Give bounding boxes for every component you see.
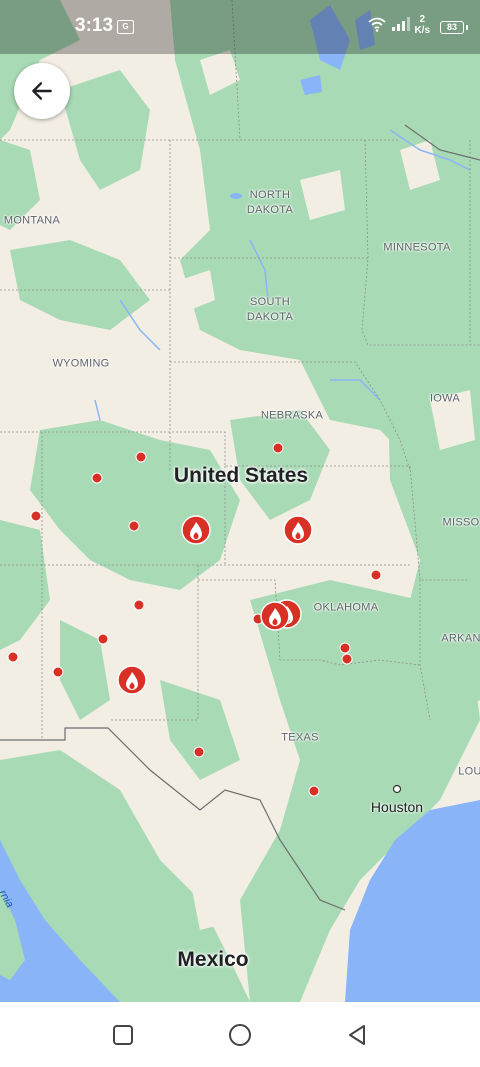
- circle-icon: [229, 1024, 251, 1046]
- fire-dot-icon[interactable]: [341, 653, 353, 665]
- battery-icon: 83: [440, 21, 464, 34]
- system-navigation-bar: [0, 1002, 480, 1067]
- battery-level: 83: [446, 22, 457, 32]
- status-bar: 3:13 G 2 K/s 83: [0, 0, 480, 54]
- fire-dot-icon[interactable]: [30, 510, 42, 522]
- network-speed-value: 2: [419, 14, 425, 25]
- fire-dot-icon[interactable]: [193, 746, 205, 758]
- flame-icon[interactable]: [181, 515, 211, 545]
- map-canvas[interactable]: [0, 0, 480, 1002]
- signal-icon: [392, 17, 410, 31]
- arrow-left-icon: [32, 82, 52, 100]
- flame-icon[interactable]: [117, 665, 147, 695]
- fire-dot-icon[interactable]: [370, 569, 382, 581]
- flame-icon[interactable]: [283, 515, 313, 545]
- network-speed-unit: K/s: [414, 25, 430, 36]
- fire-dot-icon[interactable]: [308, 785, 320, 797]
- network-speed: 2 K/s: [414, 14, 430, 36]
- fire-dot-icon[interactable]: [7, 651, 19, 663]
- status-time: 3:13: [75, 15, 114, 36]
- flame-icon[interactable]: [260, 601, 290, 631]
- home-button[interactable]: [224, 1019, 256, 1051]
- recent-apps-button[interactable]: [107, 1019, 139, 1051]
- back-button[interactable]: [14, 63, 70, 119]
- fire-dot-icon[interactable]: [272, 442, 284, 454]
- triangle-left-icon: [349, 1025, 365, 1045]
- system-back-button[interactable]: [341, 1019, 373, 1051]
- fire-dot-icon[interactable]: [133, 599, 145, 611]
- square-icon: [113, 1025, 133, 1045]
- fire-dot-icon[interactable]: [52, 666, 64, 678]
- fire-dot-icon[interactable]: [91, 472, 103, 484]
- fire-dot-icon[interactable]: [97, 633, 109, 645]
- battery-nub: [466, 25, 468, 30]
- fire-dot-icon[interactable]: [339, 642, 351, 654]
- fire-dot-icon[interactable]: [128, 520, 140, 532]
- wifi-icon: [368, 17, 386, 32]
- carrier-badge: G: [117, 20, 134, 34]
- map-view[interactable]: NORTH DAKOTA SOUTH DAKOTA MONTANA MINNES…: [0, 0, 480, 1002]
- fire-dot-icon[interactable]: [135, 451, 147, 463]
- houston-city-dot[interactable]: [392, 784, 402, 794]
